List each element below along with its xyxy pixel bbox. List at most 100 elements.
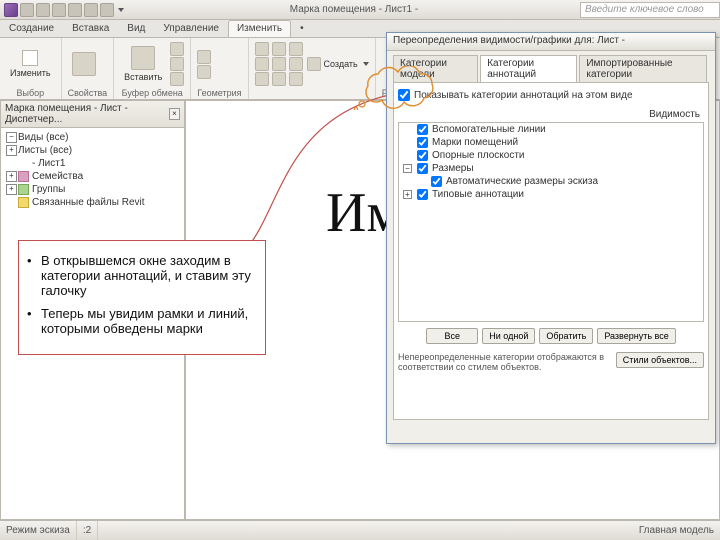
project-tree: Виды (все) Листы (все) - Лист1 Семейства… [1,128,184,212]
chevron-down-icon[interactable] [118,8,124,12]
cat-item[interactable]: Вспомогательные линии [399,123,703,136]
cat-item[interactable]: Марки помещений [399,136,703,149]
visibility-dialog: Переопределения видимости/графики для: Л… [386,32,716,444]
modify-label: Изменить [10,68,51,78]
dialog-tabs: Категории модели Категории аннотаций Имп… [393,55,709,82]
qat-open-icon[interactable] [20,3,34,17]
expand-icon[interactable]: + [403,190,412,199]
all-button[interactable]: Все [426,328,478,344]
quick-access-toolbar [0,3,128,17]
tab-modify[interactable]: Изменить [228,20,291,37]
status-workset[interactable]: Главная модель [633,521,720,540]
status-zoom[interactable]: :2 [77,521,98,540]
group-modify-label [255,87,369,98]
cat-checkbox[interactable] [417,189,428,200]
create-icon [307,57,321,71]
browser-titlebar: Марка помещения - Лист - Диспетчер... × [1,101,184,128]
modify-button[interactable]: Изменить [6,48,55,80]
grid-icon [255,42,269,56]
qat-print-icon[interactable] [84,3,98,17]
properties-button[interactable] [68,50,100,78]
create-label: Создать [324,59,358,69]
cat-checkbox[interactable] [417,124,428,135]
cat-item[interactable]: −Размеры [399,162,703,175]
cursor-icon [22,50,38,66]
expand-all-button[interactable]: Развернуть все [597,328,675,344]
grid-icon [289,57,303,71]
geom-btn-2[interactable] [197,65,211,79]
tab-view[interactable]: Вид [118,20,154,37]
keyword-search-input[interactable]: Введите ключевое слово [580,2,720,18]
folder-icon [18,171,29,182]
show-annotations-label: Показывать категории аннотаций на этом в… [414,90,633,101]
tree-item-sheets[interactable]: Листы (все) [4,144,181,157]
tab-create[interactable]: Создание [0,20,63,37]
qat-save-icon[interactable] [36,3,50,17]
tab-imported-categories[interactable]: Импортированные категории [579,55,707,82]
mod-grid-btn[interactable] [255,42,303,56]
copy-icon [170,57,184,71]
grid-icon [272,72,286,86]
category-list[interactable]: Вспомогательные линии Марки помещений Оп… [398,122,704,322]
tree-item-groups[interactable]: Группы [4,183,181,196]
grid-icon [289,72,303,86]
cat-checkbox[interactable] [417,163,428,174]
mod-grid-btn3[interactable] [255,72,303,86]
grid-icon [289,42,303,56]
qat-redo-icon[interactable] [68,3,82,17]
grid-icon [272,57,286,71]
tab-manage[interactable]: Управление [154,20,228,37]
status-bar: Режим эскиза :2 Главная модель [0,520,720,540]
dialog-note: Непереопределенные категории отображаютс… [398,352,610,372]
cat-checkbox[interactable] [417,150,428,161]
cat-item[interactable]: Автоматические размеры эскиза [399,175,703,188]
qat-misc-icon[interactable] [100,3,114,17]
tree-item-sheet1[interactable]: - Лист1 [4,157,181,170]
tree-item-families[interactable]: Семейства [4,170,181,183]
tab-extra-icon[interactable]: • [291,20,313,37]
cut-icon [170,42,184,56]
create-button[interactable]: Создать [307,57,369,71]
instruction-callout: В открывшемся окне заходим в категории а… [18,240,266,355]
close-icon[interactable]: × [169,108,180,120]
tab-insert[interactable]: Вставка [63,20,118,37]
show-annotations-checkbox[interactable] [398,89,410,101]
tab-annotation-categories[interactable]: Категории аннотаций [480,55,577,82]
tree-item-links[interactable]: Связанные файлы Revit [4,196,181,209]
chevron-down-icon [363,62,369,66]
dialog-note-row: Непереопределенные категории отображаютс… [398,350,704,374]
brush-icon [170,72,184,86]
qat-undo-icon[interactable] [52,3,66,17]
cat-item[interactable]: Опорные плоскости [399,149,703,162]
grid-icon [255,72,269,86]
group-geometry-label: Геометрия [197,87,241,98]
group-select-label: Выбор [6,87,55,98]
match-button[interactable] [170,72,184,86]
show-annotations-row: Показывать категории аннотаций на этом в… [398,87,704,107]
none-button[interactable]: Ни одной [482,328,535,344]
expand-icon[interactable]: − [403,164,412,173]
object-styles-button[interactable]: Стили объектов... [616,352,704,368]
cat-item[interactable]: +Типовые аннотации [399,188,703,201]
tree-item-views[interactable]: Виды (все) [4,131,181,144]
paste-button[interactable]: Вставить [120,44,166,84]
instruction-bullet: В открывшемся окне заходим в категории а… [41,251,253,304]
cut-button[interactable] [170,42,184,56]
mod-grid-btn2[interactable] [255,57,303,71]
geom-btn-1[interactable] [197,50,211,64]
visibility-column-header: Видимость [398,107,704,122]
link-icon [18,197,29,208]
cat-checkbox[interactable] [431,176,442,187]
cat-checkbox[interactable] [417,137,428,148]
group-props-label: Свойства [68,87,108,98]
instruction-bullet: Теперь мы увидим рамки и линий, которыми… [41,304,253,342]
paste-label: Вставить [124,72,162,82]
geom-icon [197,65,211,79]
browser-title: Марка помещения - Лист - Диспетчер... [5,103,169,125]
properties-icon [72,52,96,76]
tab-model-categories[interactable]: Категории модели [393,55,478,82]
invert-button[interactable]: Обратить [539,328,593,344]
app-icon[interactable] [4,3,18,17]
paste-icon [131,46,155,70]
copy-button[interactable] [170,57,184,71]
